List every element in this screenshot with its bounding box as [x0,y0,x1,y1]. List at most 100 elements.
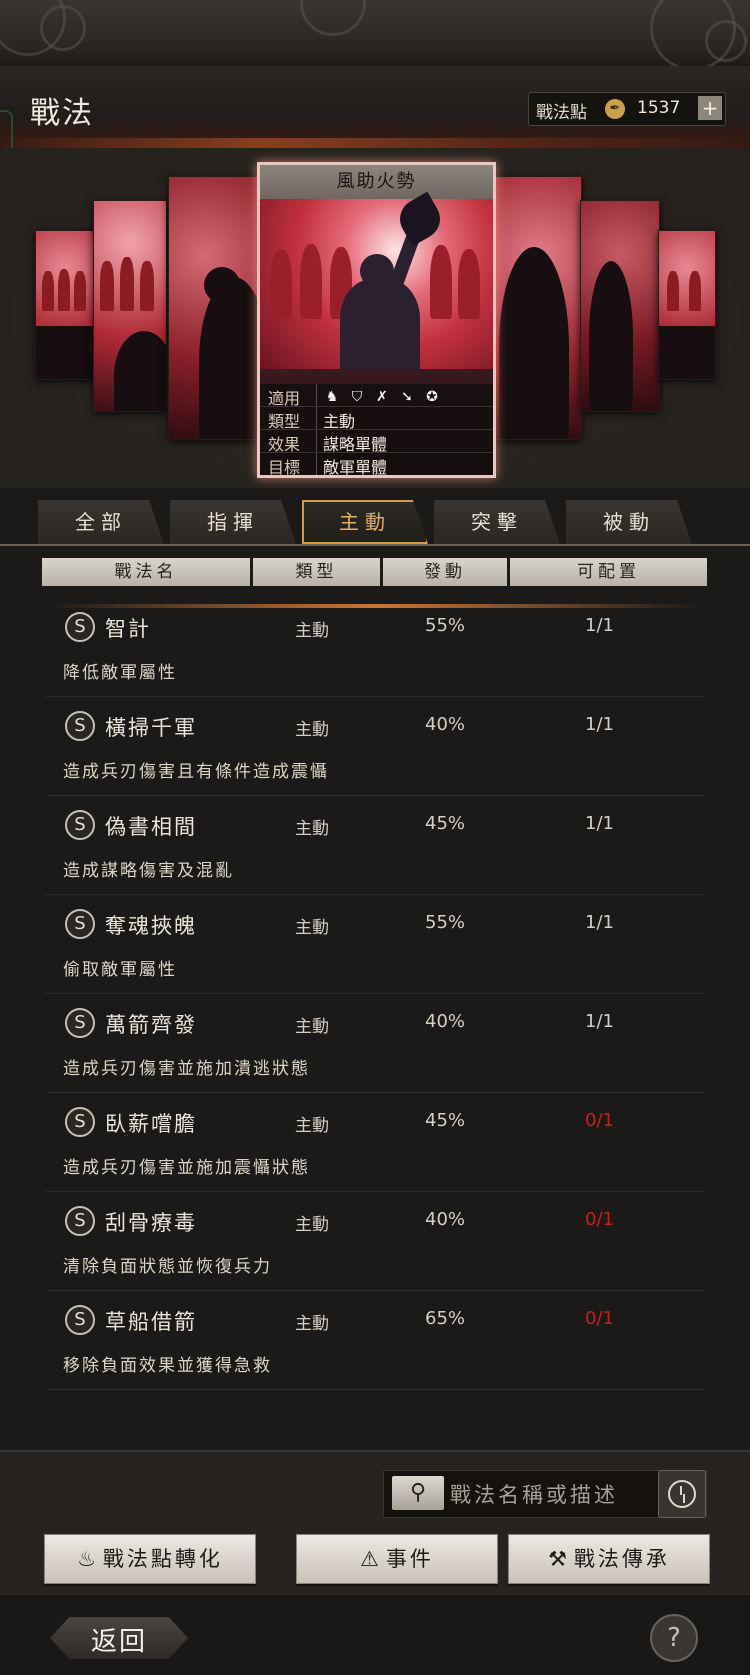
tactic-available: 1/1 [585,1011,614,1032]
tactic-rate: 55% [425,615,466,636]
tactic-rate: 55% [425,912,466,933]
rarity-badge: S [65,909,95,939]
tactic-description: 偷取敵軍屬性 [63,960,177,980]
tactic-available: 1/1 [585,813,614,834]
tab-assault[interactable]: 突擊 [434,500,560,544]
carousel-card-left-1[interactable] [168,176,260,440]
tactic-available: 0/1 [585,1110,614,1131]
tactic-description: 造成兵刃傷害並施加潰逃狀態 [63,1059,310,1079]
tactic-list[interactable]: S 智計 主動 55% 1/1 降低敵軍屬性 S 橫掃千軍 主動 40% 1/1 造成兵刃傷害且有條件… [45,598,705,1448]
column-header-rate[interactable]: 發動 [383,558,507,586]
tactic-available: 0/1 [585,1209,614,1230]
bow-icon: ✗ [376,389,388,405]
column-header-type[interactable]: 類型 [253,558,380,586]
info-value: 謀略單體 [323,435,388,454]
carousel-card-right-1[interactable] [488,176,582,440]
carousel-card-right-2[interactable] [580,200,660,412]
tactic-row[interactable]: S 臥薪嚐膽 主動 45% 0/1 造成兵刃傷害並施加震懾狀態 [45,1093,705,1192]
event-label: 事件 [385,1547,434,1571]
event-button[interactable]: ⚠ 事件 [296,1534,498,1584]
tactic-name: 萬箭齊發 [105,1013,197,1037]
inherit-tactic-button[interactable]: ⚒ 戰法傳承 [508,1534,710,1584]
unit-icons: ♞ ⛉ ✗ ➘ ✪ [323,386,448,406]
card-name: 風助火勢 [260,165,493,199]
info-value: 敵軍單體 [323,458,388,477]
tactic-row[interactable]: S 萬箭齊發 主動 40% 1/1 造成兵刃傷害並施加潰逃狀態 [45,994,705,1093]
help-icon[interactable]: ? [650,1614,698,1662]
tactic-name: 橫掃千軍 [105,716,197,740]
clock-icon [668,1480,696,1508]
info-key: 目標 [268,458,301,477]
convert-points-button[interactable]: ♨ 戰法點轉化 [44,1534,256,1584]
inherit-label: 戰法傳承 [573,1547,670,1571]
search-input[interactable]: 戰法名稱或描述 [450,1479,618,1509]
tactic-name: 奪魂挾魄 [105,914,197,938]
cavalry-icon: ♞ [325,389,339,405]
featured-tactic-card[interactable]: 風助火勢 適用 ♞ ⛉ ✗ ➘ ✪ 類型 主動 效果 謀略單體 目標 敵軍單體 [257,162,496,478]
card-artwork [260,191,493,379]
tactic-type: 主動 [295,1017,329,1037]
tab-all[interactable]: 全部 [38,500,164,544]
tactic-name: 草船借箭 [105,1310,197,1334]
tactic-description: 造成兵刃傷害且有條件造成震懾 [63,762,329,782]
info-key: 類型 [268,412,301,431]
carousel-card-left-2[interactable] [93,200,167,412]
feather-coin-icon: ✒ [605,99,625,119]
tactic-rate: 65% [425,1308,466,1329]
tactic-type: 主動 [295,1116,329,1136]
convert-label: 戰法點轉化 [102,1547,223,1571]
tactic-type: 主動 [295,819,329,839]
tab-divider [0,544,750,546]
tab-passive[interactable]: 被動 [566,500,692,544]
info-key: 適用 [268,389,301,408]
tactic-row[interactable]: S 橫掃千軍 主動 40% 1/1 造成兵刃傷害且有條件造成震懾 [45,697,705,796]
tactic-row[interactable]: S 偽書相間 主動 45% 1/1 造成謀略傷害及混亂 [45,796,705,895]
points-value: 1537 [637,98,681,118]
hammer-icon: ⚒ [548,1547,570,1571]
card-info-row: 目標 敵軍單體 [260,453,493,477]
wheel-icon: ✪ [426,389,438,405]
tactic-row[interactable]: S 刮骨療毒 主動 40% 0/1 清除負面狀態並恢復兵力 [45,1192,705,1291]
rarity-badge: S [65,1206,95,1236]
rarity-badge: S [65,810,95,840]
tactic-type: 主動 [295,720,329,740]
tactic-description: 移除負面效果並獲得急救 [63,1356,272,1376]
shield-icon: ⛉ [351,389,363,405]
back-button[interactable]: 返回 [50,1617,188,1659]
rarity-badge: S [65,711,95,741]
tab-active[interactable]: 主動 [302,500,428,544]
tactic-name: 智計 [105,617,151,641]
back-label: 返回 [90,1627,147,1657]
tactic-rate: 40% [425,1209,466,1230]
tactic-rate: 40% [425,1011,466,1032]
add-points-button[interactable]: + [698,96,722,120]
carousel-card-left-3[interactable] [35,230,95,380]
rarity-badge: S [65,1008,95,1038]
tactic-rate: 45% [425,813,466,834]
flame-icon: ♨ [77,1547,99,1571]
tactic-points-display: 戰法點 ✒ 1537 + [528,92,726,126]
tactic-available: 1/1 [585,615,614,636]
info-value: 主動 [323,412,356,431]
info-key: 效果 [268,435,301,454]
tactic-row[interactable]: S 草船借箭 主動 65% 0/1 移除負面效果並獲得急救 [45,1291,705,1390]
tactic-description: 造成兵刃傷害並施加震懾狀態 [63,1158,310,1178]
carousel-card-right-3[interactable] [658,230,716,380]
category-tabs: 全部 指揮 主動 突擊 被動 [38,500,718,544]
top-decoration [0,0,750,71]
history-clock-button[interactable] [658,1470,706,1518]
column-header-available[interactable]: 可配置 [510,558,707,586]
tactic-available: 0/1 [585,1308,614,1329]
tactic-row[interactable]: S 奪魂挾魄 主動 55% 1/1 偷取敵軍屬性 [45,895,705,994]
tab-command[interactable]: 指揮 [170,500,296,544]
rarity-badge: S [65,1305,95,1335]
tactic-type: 主動 [295,621,329,641]
card-info-table: 適用 ♞ ⛉ ✗ ➘ ✪ 類型 主動 效果 謀略單體 目標 敵軍單體 [260,384,493,477]
search-icon[interactable]: ⚲ [392,1476,444,1510]
tactic-row[interactable]: S 智計 主動 55% 1/1 降低敵軍屬性 [45,598,705,697]
tactic-description: 造成謀略傷害及混亂 [63,861,234,881]
column-header-name[interactable]: 戰法名 [42,558,250,586]
tactic-type: 主動 [295,1314,329,1334]
spear-icon: ➘ [401,389,413,405]
tactic-name: 臥薪嚐膽 [105,1112,197,1136]
